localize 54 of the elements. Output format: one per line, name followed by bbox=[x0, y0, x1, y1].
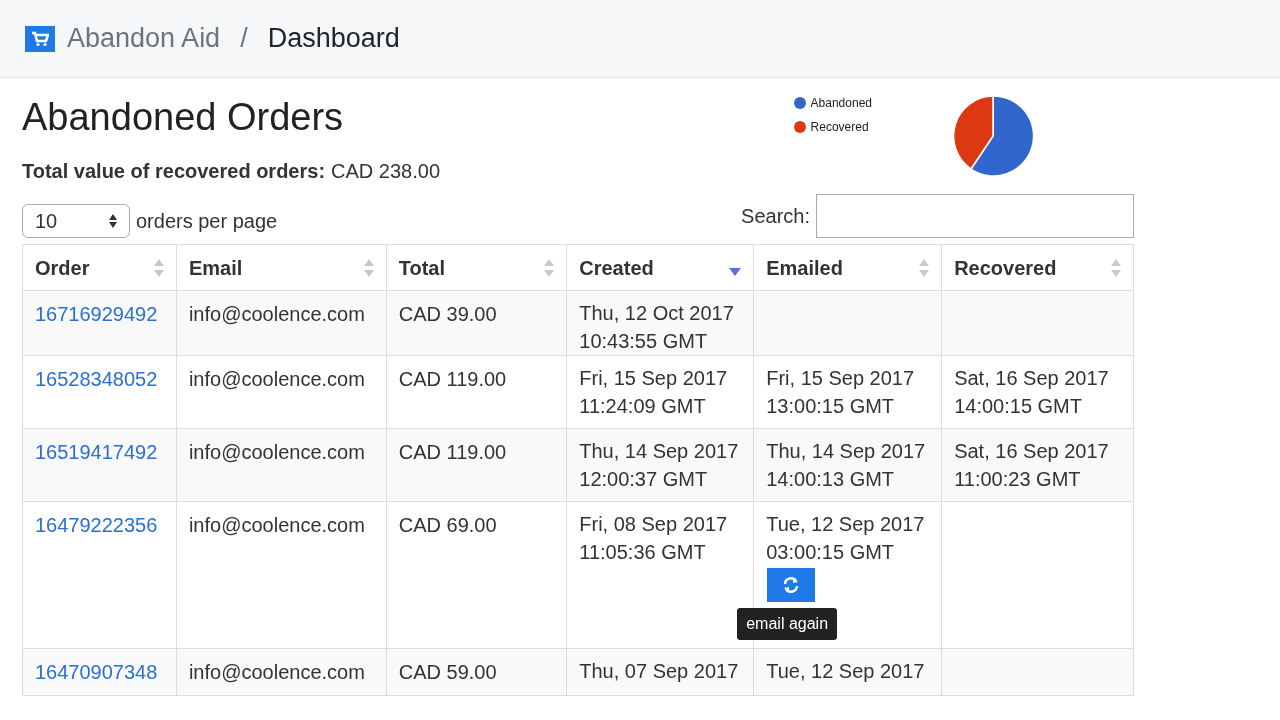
created-text: 12:00:37 GMT bbox=[579, 467, 709, 492]
column-header[interactable]: Order bbox=[22, 244, 177, 291]
email-again-button[interactable] bbox=[767, 568, 816, 602]
column-header[interactable]: Recovered bbox=[941, 244, 1134, 291]
search-label: Search: bbox=[741, 204, 810, 229]
emailed-text: Thu, 14 Sep 2017 bbox=[766, 439, 927, 464]
search-field[interactable] bbox=[816, 194, 1134, 238]
recovered-text: Sat, 16 Sep 2017 bbox=[954, 366, 1110, 391]
brand-name[interactable]: Abandon Aid bbox=[67, 18, 221, 59]
created-text: Thu, 12 Oct 2017 bbox=[579, 301, 735, 326]
email-cell: info@coolence.com bbox=[188, 661, 365, 683]
created-text: 10:43:55 GMT bbox=[579, 329, 709, 354]
created-text: Thu, 07 Sep 2017 bbox=[579, 659, 740, 684]
legend-label: Recovered bbox=[810, 119, 869, 136]
summary-value: CAD 238.00 bbox=[331, 159, 441, 184]
created-text: Thu, 14 Sep 2017 bbox=[579, 439, 740, 464]
total-cell: CAD 119.00 bbox=[398, 368, 507, 390]
column-header[interactable]: Emailed bbox=[753, 244, 942, 291]
recovered-text: 11:00:23 GMT bbox=[954, 467, 1082, 492]
select-arrows-icon bbox=[109, 214, 117, 228]
summary-label: Total value of recovered orders: bbox=[22, 159, 326, 184]
email-cell: info@coolence.com bbox=[188, 514, 365, 536]
tooltip: email again bbox=[737, 608, 838, 640]
emailed-text: 13:00:15 GMT bbox=[766, 394, 896, 419]
column-header[interactable]: Created bbox=[566, 244, 754, 291]
created-text: 11:05:36 GMT bbox=[579, 540, 707, 565]
total-cell: CAD 69.00 bbox=[398, 514, 497, 536]
column-header[interactable]: Total bbox=[386, 244, 567, 291]
order-link[interactable]: 16479222356 bbox=[35, 514, 158, 536]
total-cell: CAD 39.00 bbox=[398, 303, 497, 325]
email-cell: info@coolence.com bbox=[188, 441, 365, 463]
recovered-text: Sat, 16 Sep 2017 bbox=[954, 439, 1110, 464]
emailed-text: 14:00:13 GMT bbox=[766, 467, 896, 492]
page-size-label: orders per page bbox=[136, 209, 278, 234]
emailed-text: Tue, 12 Sep 2017 bbox=[766, 512, 926, 537]
legend-label: Abandoned bbox=[810, 95, 872, 112]
column-header[interactable]: Email bbox=[176, 244, 387, 291]
breadcrumb-current: Dashboard bbox=[267, 22, 400, 56]
emailed-text: Tue, 12 Sep 2017 bbox=[766, 659, 926, 684]
created-text: Fri, 15 Sep 2017 bbox=[579, 366, 729, 391]
cart-logo-icon bbox=[25, 25, 55, 52]
total-cell: CAD 59.00 bbox=[398, 661, 497, 683]
email-cell: info@coolence.com bbox=[188, 303, 365, 325]
page-title: Abandoned Orders bbox=[22, 98, 345, 136]
breadcrumb-separator: / bbox=[240, 22, 248, 56]
emailed-text: 03:00:15 GMT bbox=[766, 540, 896, 565]
created-text: 11:24:09 GMT bbox=[579, 394, 707, 419]
total-cell: CAD 119.00 bbox=[398, 441, 507, 463]
email-cell: info@coolence.com bbox=[188, 368, 365, 390]
created-text: Fri, 08 Sep 2017 bbox=[579, 512, 729, 537]
page-size-select[interactable]: 10 bbox=[22, 204, 130, 238]
recovered-text: 14:00:15 GMT bbox=[954, 394, 1083, 419]
refresh-icon bbox=[782, 576, 801, 594]
emailed-text: Fri, 15 Sep 2017 bbox=[766, 366, 916, 391]
